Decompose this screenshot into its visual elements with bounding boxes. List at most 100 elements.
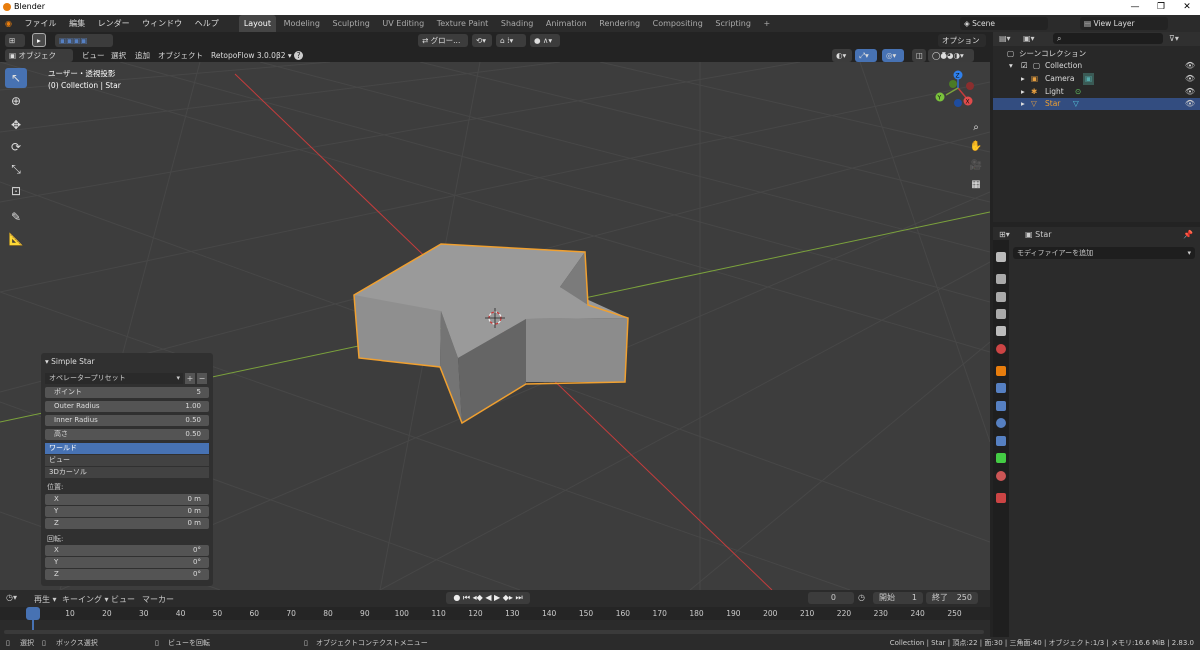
- tab-compositing[interactable]: Compositing: [648, 15, 708, 32]
- view-layer-tab-icon[interactable]: [996, 309, 1006, 319]
- mode-selector[interactable]: ▣ オブジェクト... ▾: [5, 49, 73, 73]
- ortho-grid-icon[interactable]: ▦: [966, 179, 986, 197]
- filter-icon[interactable]: ⊽▾: [1169, 34, 1179, 43]
- properties-type-icon[interactable]: ⊞▾: [999, 230, 1010, 239]
- eye-icon[interactable]: 👁: [1185, 98, 1195, 110]
- material-tab-icon[interactable]: [996, 471, 1006, 481]
- tree-item-scene-collection[interactable]: ▢ シーンコレクション: [993, 48, 1200, 60]
- star-mesh[interactable]: [353, 243, 629, 425]
- shading-mode-icons[interactable]: ◯●◕◑▾: [928, 49, 974, 62]
- select-tool-icon[interactable]: ▸: [32, 33, 46, 47]
- menu-render[interactable]: レンダー: [93, 15, 135, 32]
- height-field[interactable]: 高さ 0.50: [45, 429, 209, 440]
- timeline[interactable]: ◷▾ 再生 ▾ キーイング ▾ ビュー マーカー ● ⏮ ◂◆ ◀ ▶ ◆▸ ⏭…: [0, 590, 990, 637]
- tree-item-star[interactable]: ▸ ▽ Star ▽ 👁: [993, 98, 1200, 110]
- tool-tab-icon[interactable]: [996, 252, 1006, 262]
- constraints-tab-icon[interactable]: [996, 436, 1006, 446]
- add-modifier-dropdown[interactable]: モディファイアーを追加 ▾: [1013, 247, 1195, 259]
- object-tab-icon[interactable]: [996, 366, 1006, 376]
- timeline-scrollbar[interactable]: [4, 630, 984, 634]
- blender-menu-icon[interactable]: ◉: [0, 15, 17, 32]
- tree-item-camera[interactable]: ▸ ▣ Camera ▣ 👁: [993, 73, 1200, 85]
- snap-icon[interactable]: ⌂ ⁞▾: [496, 34, 526, 47]
- menu-view[interactable]: ビュー: [78, 49, 109, 62]
- tab-shading[interactable]: Shading: [496, 15, 539, 32]
- outliner-type-icon[interactable]: ▤▾: [999, 34, 1011, 43]
- measure-tool-icon[interactable]: 📐: [5, 229, 27, 249]
- add-preset-button[interactable]: +: [185, 373, 195, 384]
- tab-animation[interactable]: Animation: [541, 15, 592, 32]
- scale-tool-icon[interactable]: ⤡: [5, 159, 27, 179]
- align-world-option[interactable]: ワールド: [45, 443, 209, 454]
- tab-sculpting[interactable]: Sculpting: [328, 15, 375, 32]
- display-mode-icon[interactable]: ▣▾: [1023, 34, 1035, 43]
- preset-dropdown[interactable]: オペレータープリセット ▾: [45, 373, 183, 384]
- retopoflow-menu[interactable]: RetopoFlow 3.0.0β2 ▾ ?: [207, 49, 307, 62]
- proportional-edit-icon[interactable]: ● ∧▾: [530, 34, 560, 47]
- playhead[interactable]: [26, 607, 40, 620]
- transform-tool-icon[interactable]: ⊡: [5, 181, 27, 201]
- menu-help[interactable]: ヘルプ: [190, 15, 224, 32]
- rotate-tool-icon[interactable]: ⟳: [5, 137, 27, 157]
- texture-tab-icon[interactable]: [996, 493, 1006, 503]
- menu-select[interactable]: 選択: [107, 49, 130, 62]
- location-z-field[interactable]: Z0 m: [45, 518, 209, 529]
- menu-add[interactable]: 追加: [131, 49, 154, 62]
- location-y-field[interactable]: Y0 m: [45, 506, 209, 517]
- operator-panel[interactable]: ▾ Simple Star オペレータープリセット ▾ + − ポイント 5 Out…: [41, 353, 213, 586]
- cursor-tool-icon[interactable]: ⊕: [5, 91, 27, 111]
- particles-tab-icon[interactable]: [996, 401, 1006, 411]
- select-mode-icons[interactable]: ▣▣▣▣: [55, 34, 113, 47]
- align-cursor-option[interactable]: 3Dカーソル: [45, 467, 209, 478]
- eye-icon[interactable]: 👁: [1185, 73, 1195, 85]
- options-dropdown[interactable]: オプション ▾: [938, 34, 986, 58]
- tab-layout[interactable]: Layout: [238, 15, 277, 32]
- gizmo-toggle-icon[interactable]: ⤢▾: [855, 49, 877, 62]
- navigation-gizmo[interactable]: X Y Z: [935, 70, 975, 108]
- rotation-z-field[interactable]: Z 0°: [45, 569, 209, 580]
- visibility-icon[interactable]: ◐▾: [832, 49, 852, 62]
- eye-icon[interactable]: 👁: [1185, 86, 1195, 98]
- physics-tab-icon[interactable]: [996, 418, 1006, 428]
- inner-radius-field[interactable]: Inner Radius 0.50: [45, 415, 209, 426]
- move-tool-icon[interactable]: ✥: [5, 115, 27, 135]
- tab-rendering[interactable]: Rendering: [594, 15, 645, 32]
- world-tab-icon[interactable]: [996, 344, 1006, 354]
- menu-edit[interactable]: 編集: [64, 15, 90, 32]
- location-x-field[interactable]: X0 m: [45, 494, 209, 505]
- close-button[interactable]: ✕: [1174, 0, 1200, 15]
- add-workspace-icon[interactable]: +: [758, 15, 775, 32]
- tree-item-light[interactable]: ▸ ✱ Light ⊙ 👁: [993, 86, 1200, 98]
- pivot-icon[interactable]: ⟲▾: [472, 34, 492, 47]
- outliner[interactable]: ▤▾ ▣▾ ⌕ ⊽▾ ▢ シーンコレクション ▾ ☑ ▢ Collection 👁 ▸ ▣ C…: [993, 32, 1200, 222]
- menu-window[interactable]: ウィンドウ: [137, 15, 187, 32]
- points-field[interactable]: ポイント 5: [45, 387, 209, 398]
- pin-icon[interactable]: 📌: [1183, 230, 1193, 239]
- render-tab-icon[interactable]: [996, 274, 1006, 284]
- editor-type-icon[interactable]: ⊞: [5, 34, 25, 47]
- tab-modeling[interactable]: Modeling: [279, 15, 325, 32]
- outer-radius-field[interactable]: Outer Radius 1.00: [45, 401, 209, 412]
- menu-object[interactable]: オブジェクト: [154, 49, 207, 62]
- eye-icon[interactable]: 👁: [1185, 60, 1195, 72]
- xray-icon[interactable]: ◫: [912, 49, 926, 62]
- maximize-button[interactable]: ❐: [1148, 0, 1174, 15]
- mesh-data-tab-icon[interactable]: [996, 453, 1006, 463]
- remove-preset-button[interactable]: −: [197, 373, 207, 384]
- operator-panel-header[interactable]: ▾ Simple Star: [45, 357, 95, 366]
- select-box-icon[interactable]: ↖: [5, 68, 27, 88]
- overlay-toggle-icon[interactable]: ◎▾: [882, 49, 904, 62]
- transform-orientation[interactable]: ⇄ グロー...: [418, 34, 468, 47]
- annotate-tool-icon[interactable]: ✎: [5, 207, 27, 227]
- outliner-search-input[interactable]: ⌕: [1053, 33, 1163, 44]
- menu-file[interactable]: ファイル: [20, 15, 62, 32]
- properties-editor[interactable]: ⊞▾ ▣ Star 📌 モディファイアーを追加 ▾: [993, 227, 1200, 637]
- scene-tab-icon[interactable]: [996, 326, 1006, 336]
- checkbox-icon[interactable]: ☑: [1021, 60, 1028, 72]
- minimize-button[interactable]: —: [1122, 0, 1148, 15]
- tab-texture-paint[interactable]: Texture Paint: [432, 15, 494, 32]
- output-tab-icon[interactable]: [996, 292, 1006, 302]
- tree-item-collection[interactable]: ▾ ☑ ▢ Collection 👁: [993, 60, 1200, 72]
- rotation-x-field[interactable]: X 0°: [45, 545, 209, 556]
- align-view-option[interactable]: ビュー: [45, 455, 209, 466]
